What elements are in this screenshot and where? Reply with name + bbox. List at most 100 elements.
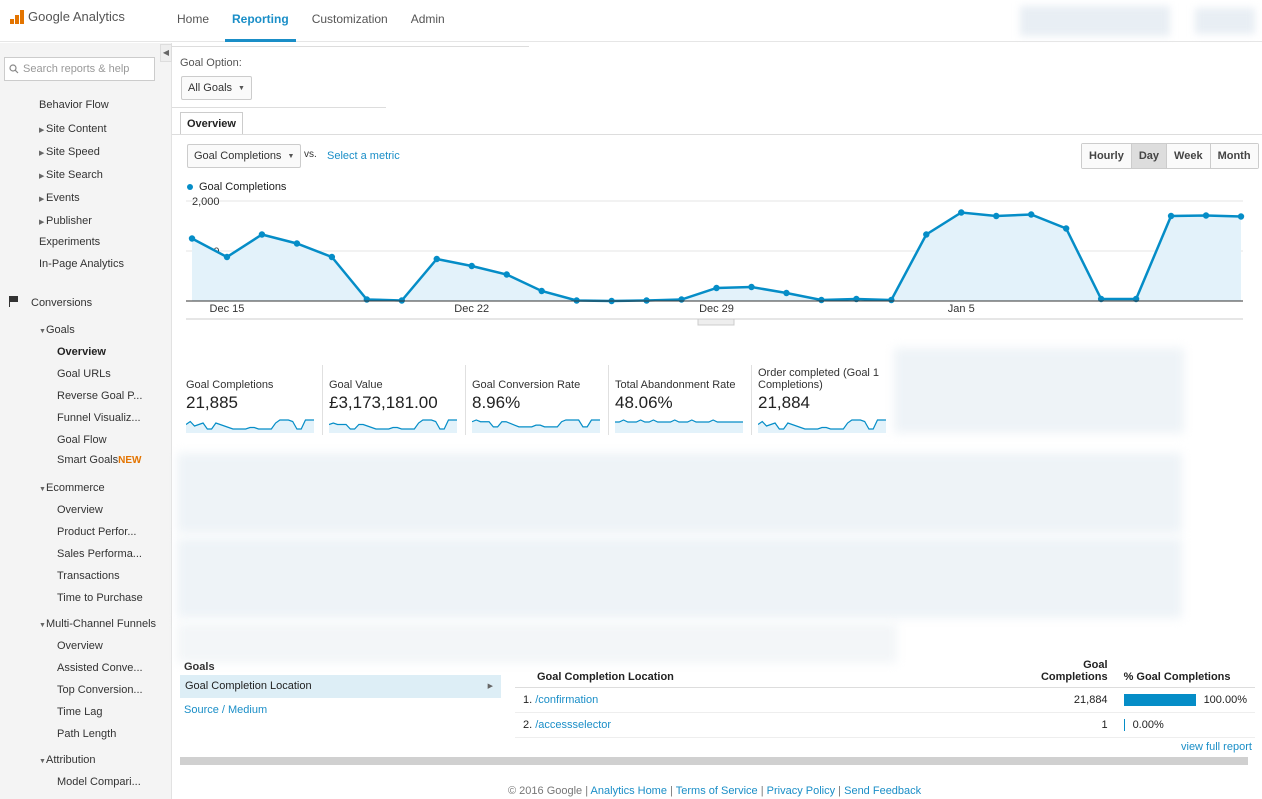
data-point[interactable] — [258, 231, 266, 238]
time-granularity-group: Hourly Day Week Month — [1081, 143, 1259, 169]
horizontal-scrollbar[interactable] — [180, 757, 1248, 765]
data-point[interactable] — [783, 289, 790, 297]
metric-select[interactable]: Goal Completions ▼ — [187, 144, 302, 168]
sidebar-item-goal-urls[interactable]: Goal URLs — [57, 368, 111, 380]
data-point[interactable] — [1202, 212, 1210, 219]
search-input[interactable]: Search reports & help — [4, 57, 155, 81]
view-full-report-link[interactable]: view full report — [1181, 741, 1252, 753]
sidebar-item-smart-goals[interactable]: Smart GoalsNEW — [57, 454, 141, 466]
sidebar-item-behavior-flow[interactable]: Behavior Flow — [39, 99, 109, 111]
scorecard-value: 8.96% — [472, 393, 521, 412]
nav-home[interactable]: Home — [170, 0, 216, 42]
data-point[interactable] — [503, 271, 510, 278]
sidebar-item-publisher[interactable]: ▶ Publisher — [39, 215, 92, 227]
data-point[interactable] — [293, 240, 301, 247]
tab-overview[interactable]: Overview — [180, 112, 243, 135]
scorecard-label: Order completed (Goal 1 Completions) — [758, 367, 880, 391]
sidebar-item-product-performance[interactable]: Product Perfor... — [57, 526, 136, 538]
sidebar-item-transactions[interactable]: Transactions — [57, 570, 120, 582]
data-point[interactable] — [1237, 213, 1245, 220]
footer-link-terms[interactable]: Terms of Service — [676, 785, 758, 797]
week-button[interactable]: Week — [1167, 144, 1211, 168]
sidebar-item-site-search[interactable]: ▶ Site Search — [39, 169, 103, 181]
select-metric-link[interactable]: Select a metric — [327, 150, 400, 162]
nav-reporting[interactable]: Reporting — [225, 0, 296, 42]
data-point[interactable] — [958, 209, 965, 216]
data-point[interactable] — [923, 231, 930, 238]
legend-dot-icon — [187, 184, 193, 190]
sidebar-item-time-to-purchase[interactable]: Time to Purchase — [57, 592, 143, 604]
data-point[interactable] — [888, 296, 895, 304]
sidebar-item-mcf-overview[interactable]: Overview — [57, 640, 103, 652]
sidebar-item-ecommerce[interactable]: ▼Ecommerce — [39, 482, 105, 494]
scorecard-label: Goal Completions — [186, 379, 274, 391]
data-point[interactable] — [1028, 211, 1035, 218]
dimension-goal-completion-location[interactable]: Goal Completion Location ▶ — [180, 675, 501, 698]
nav-admin[interactable]: Admin — [404, 0, 452, 42]
data-point[interactable] — [818, 296, 825, 304]
data-point[interactable] — [1062, 225, 1070, 232]
location-link[interactable]: /confirmation — [535, 694, 598, 706]
dimension-source-medium[interactable]: Source / Medium — [184, 704, 267, 716]
data-point[interactable] — [363, 296, 371, 303]
chevron-right-icon: ▶ — [487, 683, 493, 690]
sidebar-item-ecommerce-overview[interactable]: Overview — [57, 504, 103, 516]
footer-link-analytics-home[interactable]: Analytics Home — [591, 785, 667, 797]
account-selector[interactable] — [1020, 6, 1170, 36]
day-button[interactable]: Day — [1131, 144, 1168, 168]
collapse-sidebar-button[interactable]: ◀ — [160, 44, 172, 62]
sidebar-item-events[interactable]: ▶ Events — [39, 192, 80, 204]
sidebar-item-sales-performance[interactable]: Sales Performa... — [57, 548, 142, 560]
column-header-completions[interactable]: Goal Completions — [1032, 655, 1116, 688]
data-point[interactable] — [433, 255, 440, 263]
data-point[interactable] — [468, 262, 475, 270]
sidebar-item-experiments[interactable]: Experiments — [39, 236, 100, 248]
chart-resize-handle[interactable] — [697, 318, 735, 326]
data-point[interactable] — [328, 253, 336, 261]
ga-logo[interactable]: Google Analytics — [10, 9, 125, 24]
data-point[interactable] — [188, 235, 196, 242]
sidebar-item-site-content[interactable]: ▶ Site Content — [39, 123, 107, 135]
goal-option-select[interactable]: All Goals ▼ — [181, 76, 252, 100]
sidebar-item-path-length[interactable]: Path Length — [57, 728, 116, 740]
data-point[interactable] — [748, 283, 755, 291]
sidebar-item-funnel-visualization[interactable]: Funnel Visualiz... — [57, 412, 141, 424]
nav-customization[interactable]: Customization — [305, 0, 395, 42]
footer-link-feedback[interactable]: Send Feedback — [844, 785, 921, 797]
location-link[interactable]: /accessselector — [535, 719, 611, 731]
data-point[interactable] — [223, 253, 231, 261]
y-tick-label: 2,000 — [192, 196, 220, 208]
sidebar-item-model-comparison[interactable]: Model Compari... — [57, 776, 141, 788]
sidebar-item-goal-flow[interactable]: Goal Flow — [57, 434, 107, 446]
scorecard[interactable]: Total Abandonment Rate 48.06% — [609, 365, 752, 435]
data-point[interactable] — [538, 287, 545, 295]
data-point[interactable] — [1167, 212, 1175, 220]
column-header-percent[interactable]: % Goal Completions — [1115, 655, 1255, 688]
sidebar-item-attribution[interactable]: ▼Attribution — [39, 754, 96, 766]
sidebar-item-reverse-goal-path[interactable]: Reverse Goal P... — [57, 390, 142, 402]
data-point[interactable] — [678, 296, 685, 303]
sidebar-item-site-speed[interactable]: ▶ Site Speed — [39, 146, 100, 158]
hourly-button[interactable]: Hourly — [1082, 144, 1132, 168]
data-point[interactable] — [713, 284, 720, 292]
column-header-location[interactable]: Goal Completion Location — [515, 655, 1033, 688]
scorecard[interactable]: Goal Value £3,173,181.00 — [323, 365, 466, 435]
sidebar-item-in-page-analytics[interactable]: In-Page Analytics — [39, 258, 124, 270]
sidebar-item-top-conversion-paths[interactable]: Top Conversion... — [57, 684, 143, 696]
sparkline — [186, 419, 314, 433]
scorecard[interactable]: Goal Conversion Rate 8.96% — [466, 365, 609, 435]
month-button[interactable]: Month — [1210, 144, 1258, 168]
sidebar-item-goals-overview[interactable]: Overview — [57, 346, 106, 358]
footer-link-privacy[interactable]: Privacy Policy — [767, 785, 835, 797]
goal-completions-chart[interactable]: 1,0002,000Dec 15Dec 22Dec 29Jan 5 — [186, 191, 1246, 331]
sidebar-item-time-lag[interactable]: Time Lag — [57, 706, 102, 718]
row-index: 1. — [523, 694, 533, 706]
sidebar-item-multi-channel-funnels[interactable]: ▼Multi-Channel Funnels — [39, 618, 156, 630]
sidebar-item-assisted-conversions[interactable]: Assisted Conve... — [57, 662, 143, 674]
header-icons[interactable] — [1195, 8, 1255, 34]
sidebar-item-goals[interactable]: ▼Goals — [39, 324, 75, 336]
scorecard[interactable]: Goal Completions 21,885 — [180, 365, 323, 435]
scorecard[interactable]: Order completed (Goal 1 Completions) 21,8… — [752, 365, 895, 435]
sidebar-section-conversions[interactable]: Conversions — [9, 296, 92, 309]
data-point[interactable] — [993, 212, 1000, 220]
